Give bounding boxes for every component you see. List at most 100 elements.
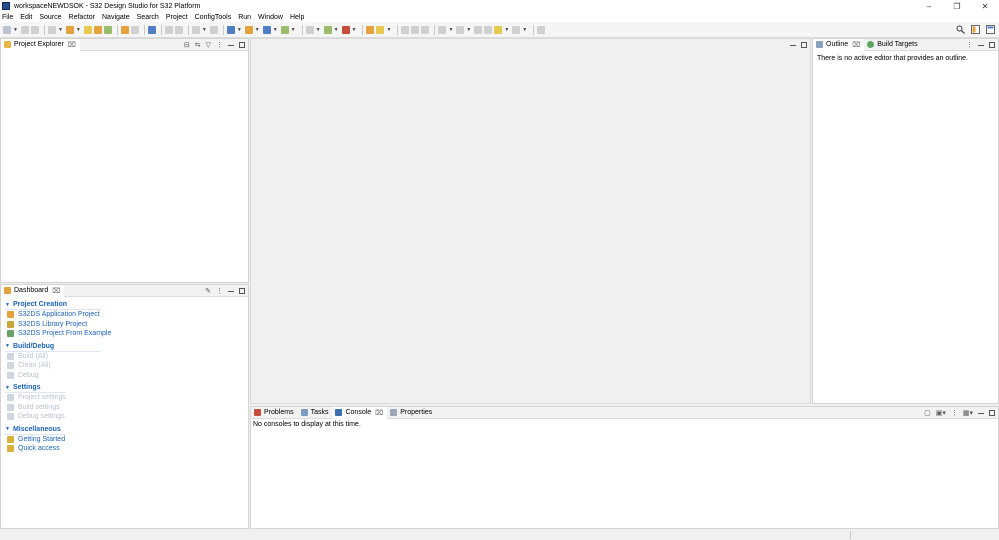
terminal-icon[interactable] [147,25,156,34]
external-tools-icon[interactable] [341,25,350,34]
dashboard-link[interactable]: S32DS Application Project [7,310,248,320]
display-console-icon[interactable]: ▣▾ [936,409,946,417]
pin-console-icon[interactable]: ▢ [924,409,931,417]
collapse-all-icon[interactable]: ⊟ [184,41,190,49]
menu-window[interactable]: Window [258,14,283,21]
back-arrow-icon[interactable] [494,25,503,34]
tab-build-targets[interactable]: Build Targets [864,39,921,51]
minimize-window-button[interactable]: – [915,0,943,12]
back-icon[interactable] [484,25,493,34]
maximize-icon[interactable] [239,288,245,294]
chip-icon[interactable] [191,25,200,34]
folder-icon[interactable] [93,25,102,34]
import-dropdown-icon[interactable]: ▼ [273,27,278,33]
new-project-icon[interactable] [83,25,92,34]
tab-project-explorer[interactable]: Project Explorer ⌧ [1,38,80,51]
menu-file[interactable]: File [2,14,13,21]
settings-icon[interactable] [47,25,56,34]
open-perspective-icon[interactable] [971,25,980,34]
new-dropdown-icon[interactable]: ▼ [13,27,18,33]
external-tools-dropdown-icon[interactable]: ▼ [352,27,357,33]
run-icon[interactable] [323,25,332,34]
dashboard-link[interactable]: S32DS Project From Example [7,329,248,339]
maximize-icon[interactable] [239,42,245,48]
forward-arrow-icon[interactable] [512,25,521,34]
view-menu-icon[interactable]: ⋮ [216,287,223,295]
maximize-icon[interactable] [801,42,807,48]
import-icon[interactable] [262,25,271,34]
view-menu-icon[interactable]: ⋮ [951,409,958,417]
show-whitespace-icon[interactable] [421,25,430,34]
run-dropdown-icon[interactable]: ▼ [334,27,339,33]
close-icon[interactable]: ⌧ [52,287,60,295]
resume-icon[interactable] [174,25,183,34]
build-dropdown-icon[interactable]: ▼ [76,27,81,33]
next-annotation-dropdown-icon[interactable]: ▼ [448,27,453,33]
settings-dropdown-icon[interactable]: ▼ [58,27,63,33]
search-lamp-icon[interactable] [376,25,385,34]
build-hammer-icon[interactable] [65,25,74,34]
config-dropdown-icon[interactable]: ▼ [237,27,242,33]
skip-icon[interactable] [164,25,173,34]
redo-icon[interactable] [130,25,139,34]
refresh-icon[interactable] [280,25,289,34]
close-icon[interactable]: ⌧ [852,41,860,49]
menu-help[interactable]: Help [290,14,304,21]
tab-tasks[interactable]: Tasks [298,407,333,419]
tab-dashboard[interactable]: Dashboard ⌧ [1,284,65,297]
back-dropdown-icon[interactable]: ▼ [504,27,509,33]
menu-source[interactable]: Source [39,14,61,21]
filter-icon[interactable]: ▽ [206,41,211,49]
menu-navigate[interactable]: Navigate [102,14,130,21]
menu-refactor[interactable]: Refactor [69,14,95,21]
section-header[interactable]: ▼ Settings [5,383,65,393]
refresh-dropdown-icon[interactable]: ▼ [291,27,296,33]
section-header[interactable]: ▼ Build/Debug [5,342,101,352]
view-menu-icon[interactable]: ⋮ [966,41,973,49]
close-icon[interactable]: ⌧ [375,409,383,417]
debug-config-dropdown-icon[interactable]: ▼ [316,27,321,33]
search-dropdown-icon[interactable]: ▼ [386,27,391,33]
c-cpp-perspective-icon[interactable] [986,25,995,34]
minimize-icon[interactable] [790,44,796,46]
link-editor-icon[interactable]: ⇆ [195,41,201,49]
close-window-button[interactable]: ✕ [971,0,999,12]
word-wrap-icon[interactable] [411,25,420,34]
dashboard-link[interactable]: Getting Started [7,435,248,445]
toggle-mark-icon[interactable] [401,25,410,34]
open-type-icon[interactable] [366,25,375,34]
menu-configtools[interactable]: ConfigTools [195,14,232,21]
restore-window-button[interactable]: ❐ [943,0,971,12]
minimize-icon[interactable] [228,290,234,292]
prev-annotation-dropdown-icon[interactable]: ▼ [466,27,471,33]
close-icon[interactable]: ⌧ [68,41,76,49]
menu-run[interactable]: Run [238,14,251,21]
section-header[interactable]: ▼ Project Creation [5,300,101,310]
prev-annotation-icon[interactable] [456,25,465,34]
view-menu-icon[interactable]: ⋮ [216,41,223,49]
pin-editor-icon[interactable] [537,25,546,34]
section-header[interactable]: ▼ Miscellaneous [5,425,65,435]
edit-icon[interactable]: ✎ [205,287,211,295]
menu-search[interactable]: Search [137,14,159,21]
next-annotation-icon[interactable] [438,25,447,34]
tab-properties[interactable]: Properties [387,407,436,419]
minimize-icon[interactable] [228,44,234,46]
search-icon[interactable] [956,25,965,34]
example-icon[interactable] [103,25,112,34]
last-edit-icon[interactable] [474,25,483,34]
save-icon[interactable] [20,25,29,34]
menu-edit[interactable]: Edit [20,14,32,21]
tab-console[interactable]: Console ⌧ [332,406,388,419]
tab-outline[interactable]: Outline ⌧ [813,38,865,51]
forward-dropdown-icon[interactable]: ▼ [522,27,527,33]
pin-icon[interactable] [209,25,218,34]
save-all-icon[interactable] [30,25,39,34]
maximize-icon[interactable] [989,410,995,416]
maximize-icon[interactable] [989,42,995,48]
open-console-icon[interactable]: ▦▾ [963,409,973,417]
dashboard-link[interactable]: S32DS Library Project [7,320,248,330]
peripheral-icon[interactable] [244,25,253,34]
debug-config-icon[interactable] [305,25,314,34]
minimize-icon[interactable] [978,44,984,46]
